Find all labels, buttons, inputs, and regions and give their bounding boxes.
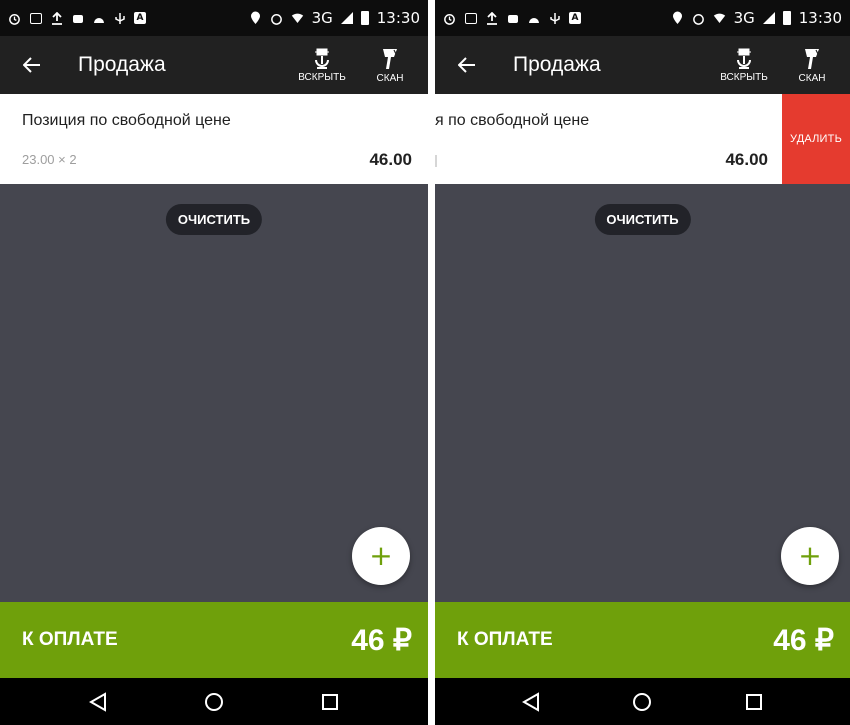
battery-icon <box>360 11 369 25</box>
arrow-left-icon <box>23 57 40 73</box>
barcode-scanner-icon <box>805 48 819 69</box>
square-recent-icon <box>322 693 338 710</box>
wifi-icon <box>713 12 726 25</box>
add-item-button[interactable]: + <box>352 527 410 585</box>
alarm-icon <box>8 12 21 25</box>
status-time: 13:30 <box>798 9 842 27</box>
system-nav-bar <box>435 678 850 725</box>
item-name: Позиция по свободной цене <box>22 112 231 129</box>
nav-recent-button[interactable] <box>742 690 766 714</box>
status-time: 13:30 <box>376 9 420 27</box>
nav-home-button[interactable] <box>202 690 226 714</box>
usb-icon <box>113 12 126 25</box>
list-item[interactable]: я по свободной цене 46.00 УДАЛИТЬ <box>435 94 850 184</box>
status-notifications: A <box>8 11 146 25</box>
network-type: 3G <box>733 9 755 27</box>
status-bar: A 3G 13:30 <box>435 0 850 36</box>
add-item-button[interactable]: + <box>781 527 839 585</box>
nav-home-button[interactable] <box>630 690 654 714</box>
item-total: 46.00 <box>725 150 768 169</box>
toolbar: Продажа ВСКРЫТЬ СКАН <box>435 36 850 94</box>
item-quantity-clipped <box>435 155 437 167</box>
back-button[interactable] <box>20 53 44 77</box>
nav-back-button[interactable] <box>519 690 543 714</box>
system-nav-bar <box>0 678 428 725</box>
back-button[interactable] <box>455 53 479 77</box>
square-recent-icon <box>746 693 763 710</box>
keyboard-icon: A <box>569 12 581 24</box>
barcode-scanner-icon <box>383 48 397 69</box>
plus-icon: + <box>798 539 822 572</box>
phone-screen-normal: A 3G 13:30 Продажа ВСКРЫТЬ СКАН Позиция … <box>0 0 428 725</box>
scan-label: СКАН <box>798 72 826 84</box>
open-drawer-button[interactable]: ВСКРЫТЬ <box>292 48 352 83</box>
status-system: 3G 13:30 <box>249 9 420 27</box>
image-icon <box>464 12 477 25</box>
wifi-icon <box>291 12 304 25</box>
status-bar: A 3G 13:30 <box>0 0 428 36</box>
clear-button[interactable]: ОЧИСТИТЬ <box>165 204 263 235</box>
alarm-icon <box>443 12 456 25</box>
phone-screen-swiped: A 3G 13:30 Продажа ВСКРЫТЬ СКАН я по сво… <box>435 0 850 725</box>
pay-label: К ОПЛАТЕ <box>457 629 553 650</box>
item-total: 46.00 <box>369 150 412 169</box>
list-item[interactable]: Позиция по свободной цене 23.00 × 2 46.0… <box>0 94 428 184</box>
open-drawer-icon <box>315 48 329 69</box>
android-head-icon <box>92 12 105 25</box>
arrow-left-icon <box>458 57 475 73</box>
triangle-back-icon <box>89 691 106 712</box>
android-head-icon <box>527 12 540 25</box>
usb-icon <box>548 12 561 25</box>
page-title: Продажа <box>513 53 601 76</box>
circle-home-icon <box>205 692 223 711</box>
nav-recent-button[interactable] <box>318 690 342 714</box>
location-icon <box>249 11 262 25</box>
clear-button[interactable]: ОЧИСТИТЬ <box>594 204 691 235</box>
android-icon <box>506 12 519 25</box>
pay-button[interactable]: К ОПЛАТЕ 46 ₽ <box>435 602 850 678</box>
network-type: 3G <box>311 9 333 27</box>
status-system: 3G 13:30 <box>671 9 842 27</box>
alarm-icon <box>692 12 705 25</box>
alarm-icon <box>270 12 283 25</box>
delete-button[interactable]: УДАЛИТЬ <box>782 94 850 184</box>
open-drawer-icon <box>737 48 751 69</box>
signal-icon <box>762 12 775 24</box>
upload-icon <box>50 11 63 25</box>
page-title: Продажа <box>78 53 166 76</box>
pay-amount: 46 ₽ <box>773 623 834 657</box>
pay-label: К ОПЛАТЕ <box>22 629 118 650</box>
status-notifications: A <box>443 11 581 25</box>
open-drawer-button[interactable]: ВСКРЫТЬ <box>714 48 774 83</box>
scan-label: СКАН <box>376 72 404 84</box>
pay-button[interactable]: К ОПЛАТЕ 46 ₽ <box>0 602 428 678</box>
signal-icon <box>340 12 353 24</box>
circle-home-icon <box>633 692 652 711</box>
android-icon <box>71 12 84 25</box>
location-icon <box>671 11 684 25</box>
upload-icon <box>485 11 498 25</box>
image-icon <box>29 12 42 25</box>
comparison-stage: A 3G 13:30 Продажа ВСКРЫТЬ СКАН Позиция … <box>0 0 850 725</box>
pay-amount: 46 ₽ <box>351 623 412 657</box>
item-name: я по свободной цене <box>435 112 590 129</box>
scan-button[interactable]: СКАН <box>782 47 842 84</box>
scan-button[interactable]: СКАН <box>360 47 420 84</box>
open-drawer-label: ВСКРЫТЬ <box>298 71 346 83</box>
plus-icon: + <box>369 539 393 572</box>
battery-icon <box>782 11 791 25</box>
item-quantity: 23.00 × 2 <box>22 152 77 167</box>
toolbar: Продажа ВСКРЫТЬ СКАН <box>0 36 428 94</box>
triangle-back-icon <box>521 691 539 712</box>
nav-back-button[interactable] <box>86 690 110 714</box>
keyboard-icon: A <box>134 12 146 24</box>
open-drawer-label: ВСКРЫТЬ <box>720 71 768 83</box>
